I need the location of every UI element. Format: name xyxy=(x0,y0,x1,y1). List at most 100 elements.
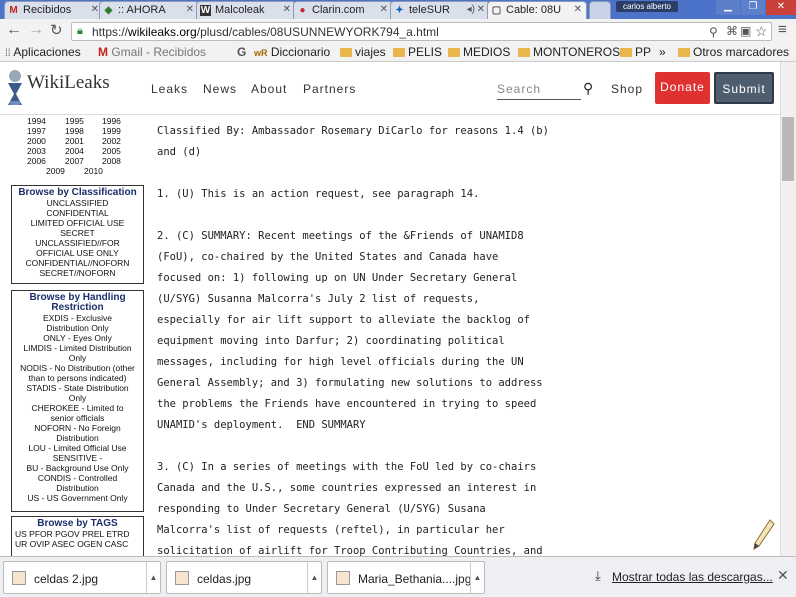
year-link[interactable]: 1994 xyxy=(27,116,46,126)
bookmark-diccionario[interactable]: wR Diccionario xyxy=(254,45,330,59)
classification-link[interactable]: UNCLASSIFIED//FOR xyxy=(12,238,143,248)
chevron-up-icon[interactable]: ▲ xyxy=(307,562,321,593)
year-link[interactable]: 2006 xyxy=(27,156,46,166)
menu-icon[interactable]: ≡ xyxy=(778,21,787,38)
scrollbar-thumb[interactable] xyxy=(782,117,794,181)
close-icon[interactable]: ✕ xyxy=(477,4,485,15)
close-icon[interactable]: ✕ xyxy=(186,4,194,15)
handling-link[interactable]: NODIS - No Distribution (other xyxy=(12,363,143,373)
close-icon[interactable]: ✕ xyxy=(283,4,291,15)
classification-link[interactable]: OFFICIAL USE ONLY xyxy=(12,248,143,258)
download-item[interactable]: celdas 2.jpg ▲ xyxy=(3,561,161,594)
extension-icon[interactable]: ▣ xyxy=(740,24,751,38)
year-link[interactable]: 2009 xyxy=(46,166,65,176)
classification-link[interactable]: LIMITED OFFICIAL USE xyxy=(12,218,143,228)
handling-link[interactable]: US - US Government Only xyxy=(12,493,143,503)
bookmark-folder-otros[interactable]: Otros marcadores xyxy=(678,45,789,59)
classification-link[interactable]: SECRET xyxy=(12,228,143,238)
close-downloads-icon[interactable]: ✕ xyxy=(777,567,789,584)
bookmark-folder-pelis[interactable]: PELIS xyxy=(393,45,442,59)
google-icon[interactable]: G xyxy=(237,45,246,59)
year-link[interactable]: 2005 xyxy=(102,146,121,156)
handling-link[interactable]: than to persons indicated) xyxy=(12,373,143,383)
year-link[interactable]: 2008 xyxy=(102,156,121,166)
handling-link[interactable]: Only xyxy=(12,353,143,363)
bookmark-folder-medios[interactable]: MEDIOS xyxy=(448,45,510,59)
search-input[interactable]: Search xyxy=(497,80,581,100)
donate-button[interactable]: Donate xyxy=(655,72,710,104)
address-bar[interactable]: 🔒︎ https://wikileaks.org/plusd/cables/08… xyxy=(71,22,772,41)
forward-arrow-icon[interactable]: → xyxy=(28,21,44,39)
maximize-icon[interactable]: ❐ xyxy=(741,0,765,15)
handling-link[interactable]: SENSITIVE - xyxy=(12,453,143,463)
classification-link[interactable]: UNCLASSIFIED xyxy=(12,198,143,208)
handling-link[interactable]: ONLY - Eyes Only xyxy=(12,333,143,343)
star-icon[interactable]: ☆ xyxy=(755,23,768,40)
tab-cable[interactable]: ▢ Cable: 08U ✕ xyxy=(487,1,587,19)
year-link[interactable]: 1998 xyxy=(65,126,84,136)
year-link[interactable]: 1996 xyxy=(102,116,121,126)
nav-news[interactable]: News xyxy=(203,82,237,96)
new-tab-button[interactable] xyxy=(589,1,611,19)
nav-about[interactable]: About xyxy=(251,82,287,96)
bookmark-apps[interactable]: ⁞⁞ Aplicaciones xyxy=(5,45,81,59)
profile-button[interactable]: carlos alberto xyxy=(616,1,678,12)
handling-link[interactable]: Distribution Only xyxy=(12,323,143,333)
year-link[interactable]: 2004 xyxy=(65,146,84,156)
chevron-up-icon[interactable]: ▲ xyxy=(470,562,484,593)
download-item[interactable]: celdas.jpg ▲ xyxy=(166,561,322,594)
tags-line[interactable]: UR OVIP ASEC OGEN CASC xyxy=(12,539,143,549)
year-link[interactable]: 1997 xyxy=(27,126,46,136)
handling-link[interactable]: Distribution xyxy=(12,433,143,443)
download-item[interactable]: Maria_Bethania....jpg ▲ xyxy=(327,561,485,594)
close-window-icon[interactable]: ✕ xyxy=(766,0,796,15)
nav-shop[interactable]: Shop xyxy=(611,82,643,96)
minimize-icon[interactable]: ▁ xyxy=(716,0,740,15)
tab-gmail[interactable]: M Recibidos ✕ xyxy=(4,1,104,19)
nav-leaks[interactable]: Leaks xyxy=(151,82,188,96)
chevron-up-icon[interactable]: ▲ xyxy=(146,562,160,593)
year-link[interactable]: 2000 xyxy=(27,136,46,146)
translate-icon[interactable]: ⌘ xyxy=(726,24,738,38)
handling-link[interactable]: Only xyxy=(12,393,143,403)
handling-link[interactable]: LIMDIS - Limited Distribution xyxy=(12,343,143,353)
classification-link[interactable]: CONFIDENTIAL xyxy=(12,208,143,218)
year-link[interactable]: 2001 xyxy=(65,136,84,146)
reload-icon[interactable]: ↻ xyxy=(50,21,63,39)
close-icon[interactable]: ✕ xyxy=(91,4,99,15)
handling-link[interactable]: CONDIS - Controlled xyxy=(12,473,143,483)
close-icon[interactable]: ✕ xyxy=(574,4,582,15)
tab-telesur[interactable]: ✦ teleSUR ◂) ✕ xyxy=(390,1,490,19)
bookmark-folder-pp[interactable]: PP xyxy=(620,45,651,59)
classification-link[interactable]: SECRET//NOFORN xyxy=(12,268,143,278)
classification-link[interactable]: CONFIDENTIAL//NOFORN xyxy=(12,258,143,268)
tab-malcoleaks[interactable]: W Malcoleak ✕ xyxy=(196,1,296,19)
bookmarks-overflow-icon[interactable]: » xyxy=(659,45,666,59)
handling-link[interactable]: STADIS - State Distribution xyxy=(12,383,143,393)
handling-link[interactable]: EXDIS - Exclusive xyxy=(12,313,143,323)
tab-clarin[interactable]: ● Clarin.com ✕ xyxy=(293,1,393,19)
zoom-icon[interactable]: ⚲ xyxy=(709,25,718,39)
hourglass-logo-icon[interactable] xyxy=(5,68,25,108)
bookmark-folder-montoneros[interactable]: MONTONEROS xyxy=(518,45,620,59)
handling-link[interactable]: LOU - Limited Official Use xyxy=(12,443,143,453)
show-all-downloads-link[interactable]: Mostrar todas las descargas... xyxy=(612,570,773,584)
handling-link[interactable]: BU - Background Use Only xyxy=(12,463,143,473)
handling-link[interactable]: NOFORN - No Foreign xyxy=(12,423,143,433)
year-link[interactable]: 2010 xyxy=(84,166,103,176)
year-link[interactable]: 2003 xyxy=(27,146,46,156)
bookmark-folder-viajes[interactable]: viajes xyxy=(340,45,386,59)
year-link[interactable]: 2002 xyxy=(102,136,121,146)
tab-ahora[interactable]: ◆ :: AHORA ✕ xyxy=(99,1,199,19)
year-link[interactable]: 2007 xyxy=(65,156,84,166)
handling-link[interactable]: senior officials xyxy=(12,413,143,423)
nav-partners[interactable]: Partners xyxy=(303,82,356,96)
handling-link[interactable]: CHEROKEE - Limited to xyxy=(12,403,143,413)
close-icon[interactable]: ✕ xyxy=(380,4,388,15)
site-logo[interactable]: WikiLeaks xyxy=(27,72,110,94)
submit-button[interactable]: Submit xyxy=(714,72,774,104)
tags-line[interactable]: US PFOR PGOV PREL ETRD xyxy=(12,529,143,539)
back-arrow-icon[interactable]: ← xyxy=(6,21,22,39)
search-icon[interactable]: ⚲ xyxy=(583,80,593,97)
bookmark-gmail[interactable]: M Gmail - Recibidos xyxy=(98,45,206,59)
